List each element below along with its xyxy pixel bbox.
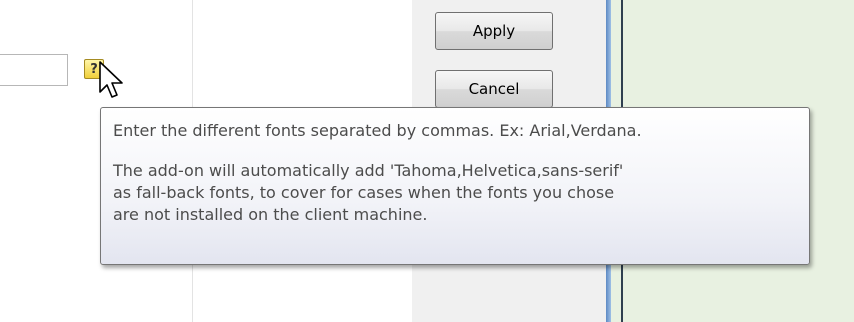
tooltip-line: Enter the different fonts separated by c… <box>113 121 642 140</box>
apply-button[interactable]: Apply <box>435 12 553 50</box>
tooltip-spacer <box>113 142 797 160</box>
tooltip-line: as fall-back fonts, to cover for cases w… <box>113 183 615 202</box>
arrow-cursor-icon <box>99 61 123 98</box>
help-tooltip: Enter the different fonts separated by c… <box>100 107 810 265</box>
tooltip-line: are not installed on the client machine. <box>113 205 428 224</box>
cancel-button[interactable]: Cancel <box>435 70 553 108</box>
tooltip-line: The add-on will automatically add 'Tahom… <box>113 161 624 180</box>
fonts-input[interactable] <box>0 54 68 86</box>
